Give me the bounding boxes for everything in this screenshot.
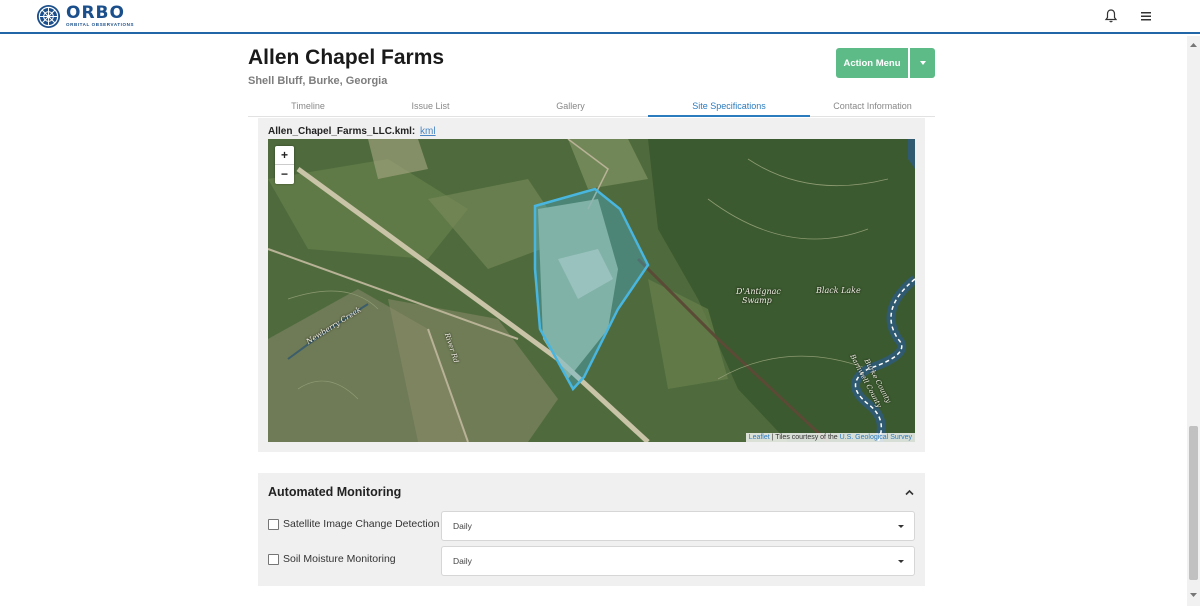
globe-logo-icon <box>36 4 61 28</box>
soil-moisture-frequency-select[interactable]: Daily <box>441 546 915 576</box>
attribution-text: | Tiles courtesy of the <box>769 434 840 441</box>
soil-moisture-checkbox[interactable] <box>268 554 279 565</box>
usgs-link[interactable]: U.S. Geological Survey <box>840 434 912 441</box>
soil-moisture-label: Soil Moisture Monitoring <box>283 553 396 565</box>
kml-file-label: Allen_Chapel_Farms_LLC.kml: kml <box>268 126 436 137</box>
map-attribution: Leaflet | Tiles courtesy of the U.S. Geo… <box>745 433 915 442</box>
logo-tagline: ORBITAL OBSERVATIONS <box>66 21 135 27</box>
map-label-lake: Black Lake <box>816 286 861 295</box>
automated-monitoring-panel: Automated Monitoring Satellite Image Cha… <box>258 473 925 586</box>
site-spec-panel: Allen_Chapel_Farms_LLC.kml: kml D'Antign… <box>258 118 925 452</box>
tab-issue-list[interactable]: Issue List <box>368 96 493 117</box>
action-menu-button[interactable]: Action Menu <box>836 48 908 78</box>
satellite-map[interactable]: D'Antignac Swamp Black Lake Newberry Cre… <box>268 139 915 442</box>
change-detection-label: Satellite Image Change Detection <box>283 518 440 530</box>
tab-bar: Timeline Issue List Gallery Site Specifi… <box>248 96 935 117</box>
monitoring-row-change-detection: Satellite Image Change Detection Daily <box>268 511 915 541</box>
zoom-in-button[interactable]: + <box>275 146 294 165</box>
chevron-down-icon <box>919 61 926 65</box>
page-title: Allen Chapel Farms <box>248 46 445 69</box>
map-label-swamp: D'Antignac Swamp <box>736 287 781 305</box>
kml-filename: Allen_Chapel_Farms_LLC.kml: <box>268 126 416 137</box>
chevron-up-icon[interactable] <box>905 489 914 496</box>
monitoring-row-soil-moisture: Soil Moisture Monitoring Daily <box>268 546 915 576</box>
change-detection-frequency-select[interactable]: Daily <box>441 511 915 541</box>
bell-icon[interactable] <box>1104 8 1118 24</box>
leaflet-link[interactable]: Leaflet <box>749 434 770 441</box>
page-scrollbar[interactable] <box>1187 36 1200 606</box>
action-menu-dropdown-button[interactable] <box>910 48 935 78</box>
scroll-down-arrow-icon[interactable] <box>1187 590 1200 600</box>
tab-site-specifications[interactable]: Site Specifications <box>648 96 810 117</box>
zoom-out-button[interactable]: − <box>275 165 294 184</box>
logo-wordmark: ORBO <box>66 2 125 23</box>
tab-contact-information[interactable]: Contact Information <box>810 96 935 117</box>
scrollbar-thumb[interactable] <box>1189 426 1198 580</box>
kml-download-link[interactable]: kml <box>420 126 436 137</box>
orbo-logo[interactable]: ORBO ORBITAL OBSERVATIONS <box>36 3 134 29</box>
change-detection-checkbox[interactable] <box>268 519 279 530</box>
select-value: Daily <box>453 521 472 531</box>
caret-down-icon <box>898 525 904 528</box>
hamburger-menu-icon[interactable] <box>1139 8 1153 24</box>
caret-down-icon <box>898 560 904 563</box>
map-zoom-control: + − <box>275 146 294 184</box>
tab-gallery[interactable]: Gallery <box>493 96 648 117</box>
automated-monitoring-title: Automated Monitoring <box>268 485 402 499</box>
select-value: Daily <box>453 556 472 566</box>
top-navbar: ORBO ORBITAL OBSERVATIONS <box>0 0 1200 34</box>
scroll-up-arrow-icon[interactable] <box>1187 40 1200 50</box>
tab-timeline[interactable]: Timeline <box>248 96 368 117</box>
page-location: Shell Bluff, Burke, Georgia <box>248 75 388 87</box>
